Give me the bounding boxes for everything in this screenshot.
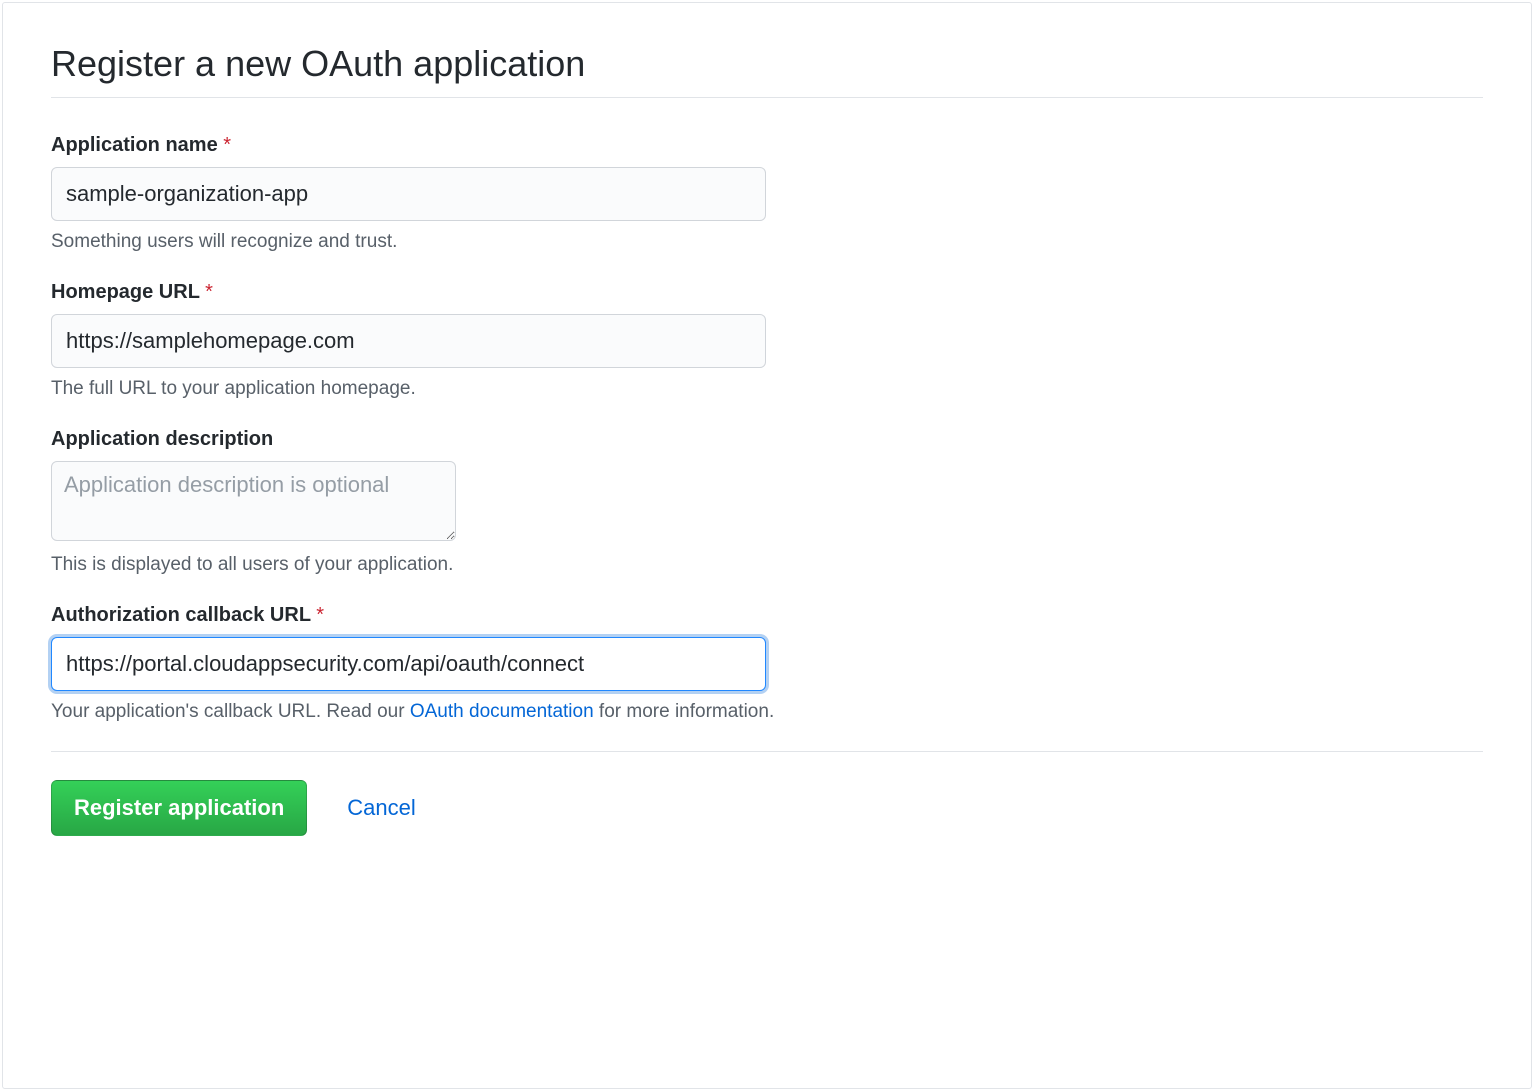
app-description-label: Application description xyxy=(51,428,1483,451)
app-description-hint: This is displayed to all users of your a… xyxy=(51,554,1483,576)
app-description-textarea[interactable] xyxy=(51,461,456,541)
callback-hint-prefix: Your application's callback URL. Read ou… xyxy=(51,701,410,722)
callback-url-hint: Your application's callback URL. Read ou… xyxy=(51,701,1483,723)
field-homepage-url: Homepage URL * The full URL to your appl… xyxy=(51,281,1483,400)
homepage-url-input[interactable] xyxy=(51,314,766,368)
homepage-url-hint: The full URL to your application homepag… xyxy=(51,378,1483,400)
homepage-url-label-text: Homepage URL xyxy=(51,281,200,303)
cancel-link[interactable]: Cancel xyxy=(347,795,415,821)
callback-hint-suffix: for more information. xyxy=(594,701,775,722)
oauth-documentation-link[interactable]: OAuth documentation xyxy=(410,701,594,722)
required-star-icon: * xyxy=(316,604,324,626)
app-name-label-text: Application name xyxy=(51,134,218,156)
app-name-label: Application name * xyxy=(51,134,1483,157)
callback-url-label: Authorization callback URL * xyxy=(51,604,1483,627)
divider xyxy=(51,751,1483,752)
app-name-hint: Something users will recognize and trust… xyxy=(51,231,1483,253)
callback-url-input[interactable] xyxy=(51,637,766,691)
callback-url-label-text: Authorization callback URL xyxy=(51,604,311,626)
field-app-description: Application description This is displaye… xyxy=(51,428,1483,576)
app-name-input[interactable] xyxy=(51,167,766,221)
register-application-button[interactable]: Register application xyxy=(51,780,307,836)
field-app-name: Application name * Something users will … xyxy=(51,134,1483,253)
required-star-icon: * xyxy=(205,281,213,303)
form-actions: Register application Cancel xyxy=(51,780,1483,836)
required-star-icon: * xyxy=(223,134,231,156)
homepage-url-label: Homepage URL * xyxy=(51,281,1483,304)
page-title: Register a new OAuth application xyxy=(51,43,1483,98)
field-callback-url: Authorization callback URL * Your applic… xyxy=(51,604,1483,723)
oauth-register-panel: Register a new OAuth application Applica… xyxy=(2,2,1532,1089)
